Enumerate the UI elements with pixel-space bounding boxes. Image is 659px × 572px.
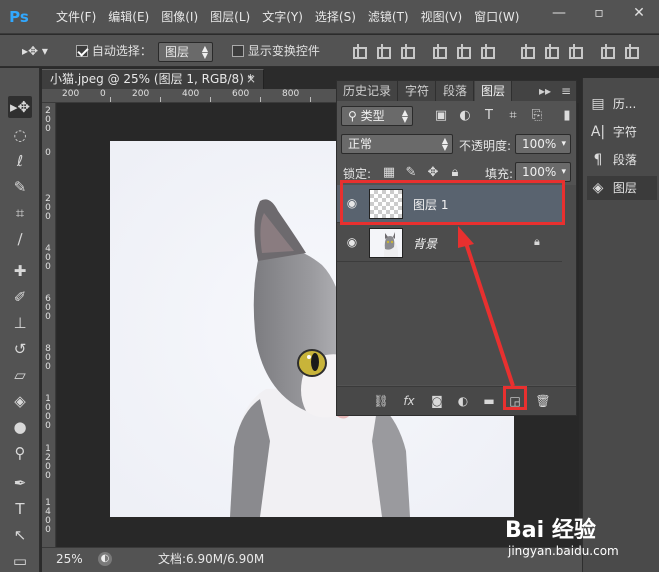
annotation-arrow [458,226,515,387]
watermark-logo: Bai 经验 [505,518,596,543]
baidu-jingyan-watermark: Bai 经验 jingyan.baidu.com [505,512,655,568]
watermark-url: jingyan.baidu.com [508,544,619,558]
